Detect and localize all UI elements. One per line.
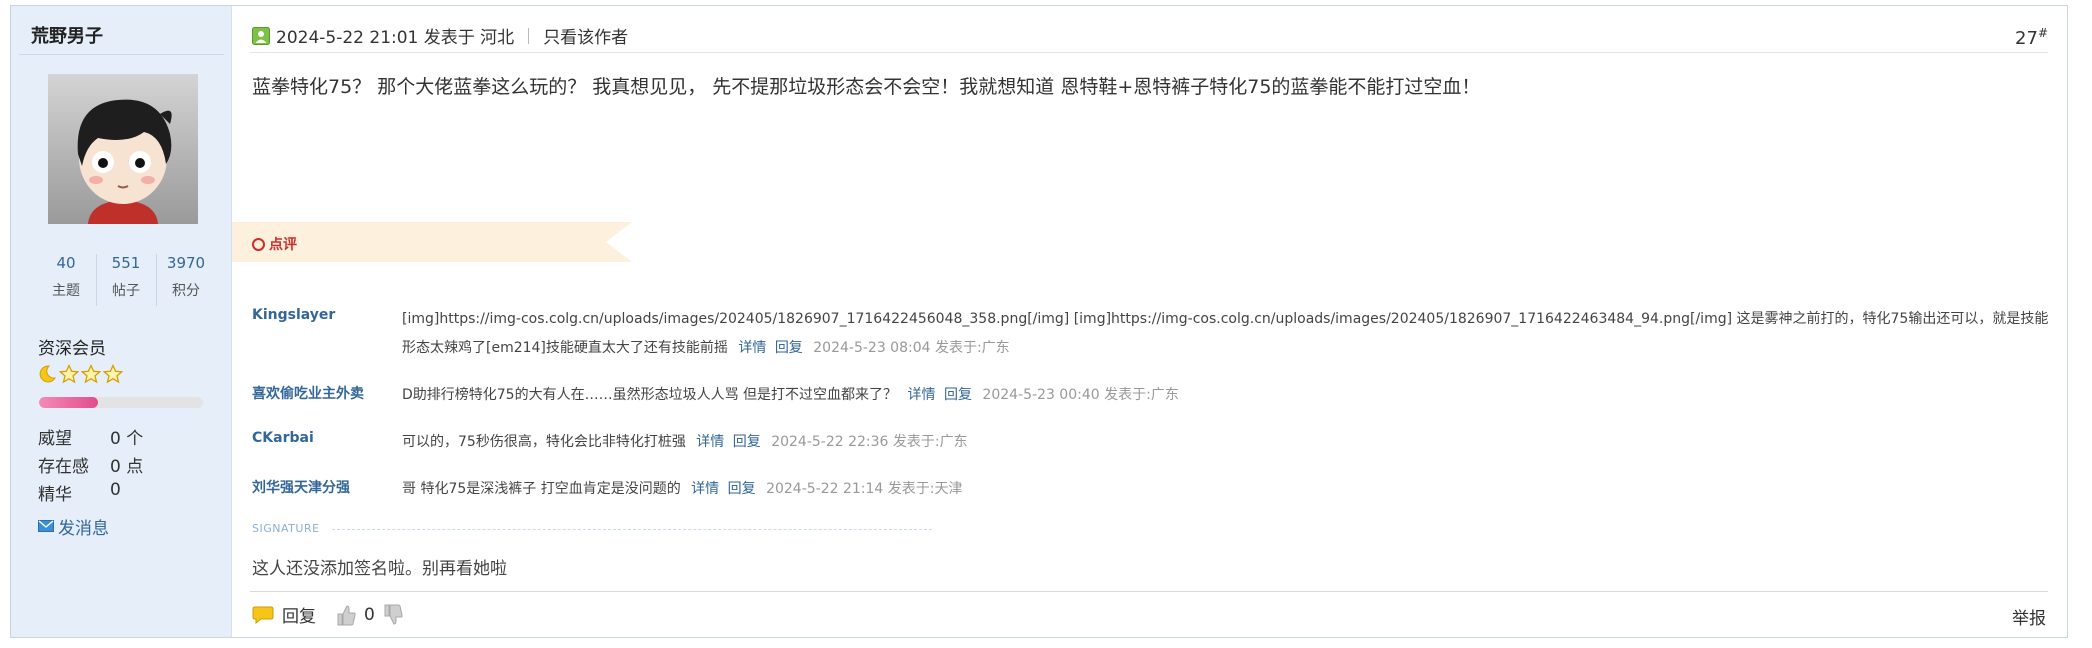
divider xyxy=(250,52,2048,53)
comment-user[interactable]: Kingslayer xyxy=(252,305,402,363)
comment-text: D助排行榜特化75的大有人在……虽然形态垃圾人人骂 但是打不过空血都来了？ xyxy=(402,387,898,403)
comment-detail-link[interactable]: 详情 xyxy=(738,340,766,356)
comment-reply-link[interactable]: 回复 xyxy=(733,434,761,450)
avatar[interactable] xyxy=(48,74,198,224)
essence-row: 精华 0 xyxy=(38,480,121,505)
presence-value: 0 点 xyxy=(110,457,144,477)
comment-body: 哥 特化75是深浅裤子 打空血肯定是没问题的 详情 回复 2024-5-22 2… xyxy=(402,475,2052,504)
comment-reply-link[interactable]: 回复 xyxy=(728,481,756,497)
post-meta-bar: 2024-5-22 21:01 发表于 河北 只看该作者 xyxy=(252,23,628,48)
author-panel: 荒野男子 40 主题 551 帖子 3970 积分 资深会员 威望 0 个 存在… xyxy=(11,6,232,637)
floor-number[interactable]: 27# xyxy=(2015,26,2048,49)
circle-icon xyxy=(252,237,265,251)
comment-detail-link[interactable]: 详情 xyxy=(696,434,724,450)
avatar-image xyxy=(48,74,198,224)
prestige-value: 0 个 xyxy=(110,429,144,449)
like-count: 0 xyxy=(364,604,375,625)
only-author-link[interactable]: 只看该作者 xyxy=(543,23,628,48)
comment-item: 刘华强天津分强 哥 特化75是深浅裤子 打空血肯定是没问题的 详情 回复 202… xyxy=(252,475,2052,504)
signature-label: SIGNATURE xyxy=(252,522,320,535)
comment-reply-link[interactable]: 回复 xyxy=(775,340,803,356)
prestige-label: 威望 xyxy=(38,429,72,449)
stat-label: 主题 xyxy=(52,283,80,299)
stat-posts[interactable]: 551 帖子 xyxy=(96,250,156,314)
author-name[interactable]: 荒野男子 xyxy=(31,22,103,48)
author-stats: 40 主题 551 帖子 3970 积分 xyxy=(36,250,216,314)
comment-meta: 2024-5-23 00:40 发表于:广东 xyxy=(982,387,1179,403)
comment-meta: 2024-5-22 21:14 发表于:天津 xyxy=(766,481,963,497)
comment-user[interactable]: 刘华强天津分强 xyxy=(252,475,402,504)
comments-label: 点评 xyxy=(269,237,297,253)
comment-meta: 2024-5-22 22:36 发表于:广东 xyxy=(771,434,968,450)
prestige-row: 威望 0 个 xyxy=(38,424,143,449)
comment-user[interactable]: 喜欢偷吃业主外卖 xyxy=(252,381,402,410)
comments-heading: 点评 xyxy=(252,234,297,254)
floor-value: 27 xyxy=(2015,28,2038,49)
user-rank: 资深会员 xyxy=(38,339,106,359)
comment-text: 可以的，75秒伤很高，特化会比非特化打桩强 xyxy=(402,434,686,450)
stat-label: 积分 xyxy=(172,283,200,299)
send-message-label: 发消息 xyxy=(58,519,109,539)
comment-reply-link[interactable]: 回复 xyxy=(944,387,972,403)
stat-value: 551 xyxy=(111,254,141,272)
comment-user[interactable]: CKarbai xyxy=(252,428,402,457)
moon-icon xyxy=(37,364,57,384)
essence-label: 精华 xyxy=(38,485,72,505)
experience-bar-fill xyxy=(39,397,99,408)
presence-label: 存在感 xyxy=(38,457,89,477)
stat-value: 3970 xyxy=(166,254,206,272)
post-main: 2024-5-22 21:01 发表于 河北 只看该作者 27# 蓝拳特化75？… xyxy=(232,6,2068,637)
comment-body: 可以的，75秒伤很高，特化会比非特化打桩强 详情 回复 2024-5-22 22… xyxy=(402,428,2052,457)
stat-topics[interactable]: 40 主题 xyxy=(36,250,96,314)
comment-body: D助排行榜特化75的大有人在……虽然形态垃圾人人骂 但是打不过空血都来了？ 详情… xyxy=(402,381,2052,410)
experience-bar xyxy=(39,397,203,408)
forum-post: 荒野男子 40 主题 551 帖子 3970 积分 资深会员 威望 0 个 存在… xyxy=(10,5,2068,638)
comment-meta: 2024-5-23 08:04 发表于:广东 xyxy=(813,340,1010,356)
star-icon xyxy=(102,363,124,384)
reply-bubble-icon[interactable] xyxy=(252,605,274,625)
stat-credits[interactable]: 3970 积分 xyxy=(156,250,216,314)
stat-label: 帖子 xyxy=(112,283,140,299)
divider xyxy=(250,591,2048,592)
signature-divider xyxy=(332,529,932,530)
star-icon xyxy=(80,363,102,384)
stat-value: 40 xyxy=(56,254,76,272)
rank-stars xyxy=(37,363,124,384)
post-actions: 回复 0 xyxy=(252,602,403,627)
comment-text: 哥 特化75是深浅裤子 打空血肯定是没问题的 xyxy=(402,481,681,497)
envelope-icon xyxy=(38,517,54,537)
essence-value: 0 xyxy=(110,480,121,500)
comment-detail-link[interactable]: 详情 xyxy=(691,481,719,497)
floor-sup: # xyxy=(2037,26,2048,40)
star-icon xyxy=(58,363,80,384)
divider xyxy=(528,27,530,44)
comment-item: CKarbai 可以的，75秒伤很高，特化会比非特化打桩强 详情 回复 2024… xyxy=(252,428,2052,457)
comment-body: [img]https://img-cos.colg.cn/uploads/ima… xyxy=(402,305,2052,363)
presence-row: 存在感 0 点 xyxy=(38,452,143,477)
signature-text: 这人还没添加签名啦。别再看她啦 xyxy=(252,559,507,579)
online-status-icon xyxy=(252,26,270,45)
comment-detail-link[interactable]: 详情 xyxy=(908,387,936,403)
comment-item: Kingslayer [img]https://img-cos.colg.cn/… xyxy=(252,305,2052,363)
post-message: 蓝拳特化75？ 那个大佬蓝拳这么玩的？ 我真想见见， 先不提那垃圾形态会不会空！… xyxy=(252,76,1481,98)
post-timestamp: 2024-5-22 21:01 发表于 河北 xyxy=(276,28,515,48)
reply-button[interactable]: 回复 xyxy=(282,602,316,627)
comment-text: [img]https://img-cos.colg.cn/uploads/ima… xyxy=(402,311,2049,356)
send-message-link[interactable]: 发消息 xyxy=(38,514,109,539)
report-button[interactable]: 举报 xyxy=(2012,604,2046,629)
divider xyxy=(19,54,224,55)
thumbs-up-icon[interactable] xyxy=(336,604,356,626)
thumbs-down-icon[interactable] xyxy=(383,604,403,626)
comment-item: 喜欢偷吃业主外卖 D助排行榜特化75的大有人在……虽然形态垃圾人人骂 但是打不过… xyxy=(252,381,2052,410)
